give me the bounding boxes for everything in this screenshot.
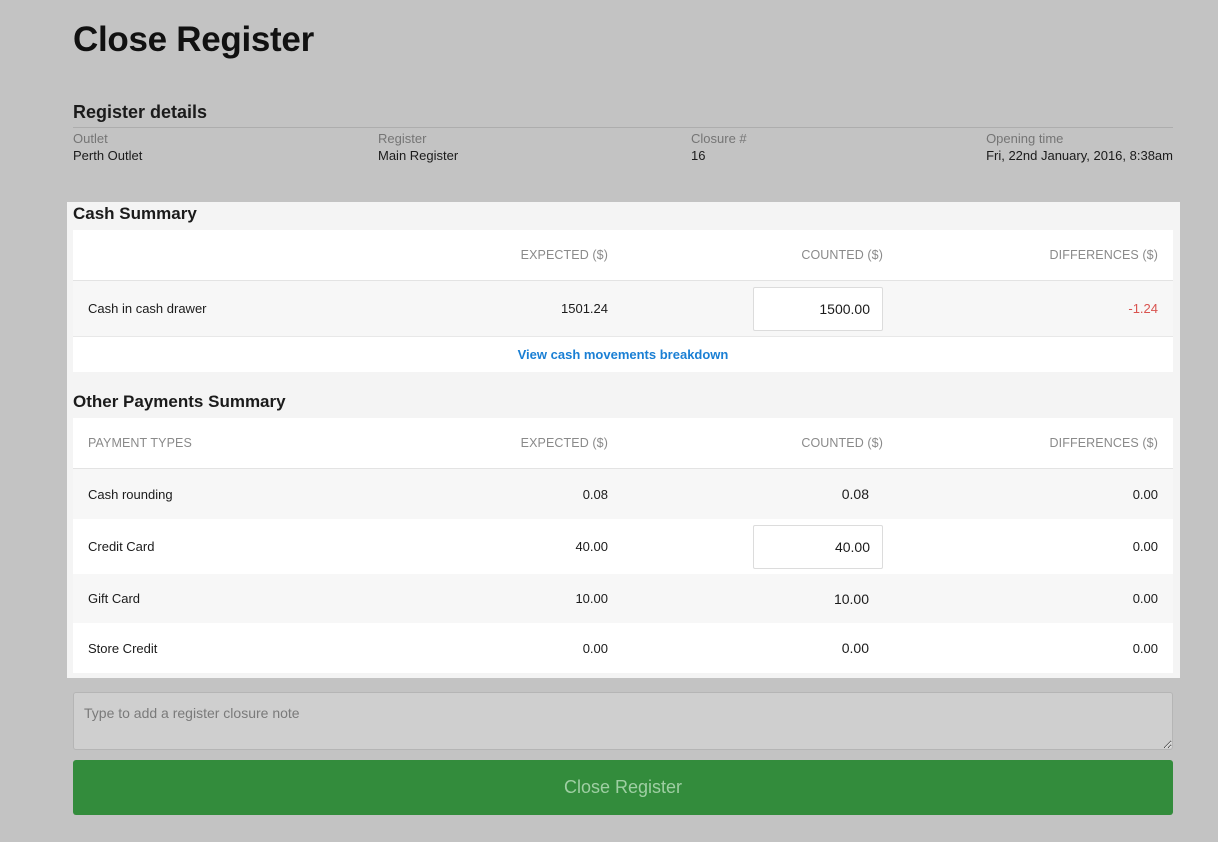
detail-value: Main Register xyxy=(378,148,459,163)
detail-value: Fri, 22nd January, 2016, 8:38am xyxy=(986,148,1173,163)
table-row: Cash rounding 0.08 0.08 0.00 xyxy=(73,469,1173,519)
table-row: Store Credit 0.00 0.00 0.00 xyxy=(73,623,1173,673)
header-differences: DIFFERENCES ($) xyxy=(1049,248,1158,262)
counted-cell xyxy=(753,519,883,574)
counted-text: 0.00 xyxy=(841,640,869,656)
detail-label: Closure # xyxy=(691,131,747,146)
header-payment-types: PAYMENT TYPES xyxy=(88,436,192,450)
counted-text: 10.00 xyxy=(833,590,869,607)
cash-summary-header: EXPECTED ($) COUNTED ($) DIFFERENCES ($) xyxy=(73,230,1173,281)
other-payments-title: Other Payments Summary xyxy=(73,392,286,411)
payment-name: Cash in cash drawer xyxy=(88,301,207,316)
header-expected: EXPECTED ($) xyxy=(520,248,608,262)
cash-counted-input[interactable] xyxy=(753,286,883,331)
closure-note-wrapper xyxy=(73,692,1173,750)
expected-value: 10.00 xyxy=(575,591,608,606)
detail-label: Opening time xyxy=(986,131,1064,146)
expected-value: 40.00 xyxy=(575,539,608,554)
breakdown-link-row: View cash movements breakdown xyxy=(73,336,1173,372)
register-details: Register details Outlet Perth Outlet Reg… xyxy=(73,100,1173,170)
difference-value: 0.00 xyxy=(1132,486,1158,502)
difference-value: 0.00 xyxy=(1132,539,1158,554)
detail-label: Outlet xyxy=(73,131,108,146)
other-payments-table: PAYMENT TYPES EXPECTED ($) COUNTED ($) D… xyxy=(73,418,1173,673)
detail-label: Register xyxy=(378,131,427,146)
header-counted: COUNTED ($) xyxy=(801,248,883,262)
table-row: Gift Card 10.00 10.00 0.00 xyxy=(73,574,1173,623)
counted-cell xyxy=(753,281,883,336)
counted-text: 0.08 xyxy=(841,486,869,502)
table-row: Credit Card 40.00 0.00 xyxy=(73,519,1173,574)
detail-opening-time: Opening time Fri, 22nd January, 2016, 8:… xyxy=(986,130,1173,164)
page-title: Close Register xyxy=(73,20,314,59)
payment-name: Credit Card xyxy=(88,539,155,554)
detail-value: 16 xyxy=(691,148,706,163)
summary-panel: Cash Summary EXPECTED ($) COUNTED ($) DI… xyxy=(67,202,1180,678)
closure-note-input[interactable] xyxy=(73,692,1173,750)
difference-value: -1.24 xyxy=(1128,301,1158,316)
expected-value: 0.00 xyxy=(582,640,608,656)
difference-value: 0.00 xyxy=(1132,591,1158,606)
detail-outlet: Outlet Perth Outlet xyxy=(73,130,142,164)
credit-card-counted-input[interactable] xyxy=(753,524,883,569)
register-details-title: Register details xyxy=(73,100,1173,128)
header-expected: EXPECTED ($) xyxy=(520,436,608,450)
difference-value: 0.00 xyxy=(1132,640,1158,656)
detail-closure-number: Closure # 16 xyxy=(691,130,747,164)
detail-value: Perth Outlet xyxy=(73,148,143,163)
detail-register: Register Main Register xyxy=(378,130,458,164)
counted-value: 0.08 xyxy=(842,469,869,519)
cash-summary-table: EXPECTED ($) COUNTED ($) DIFFERENCES ($)… xyxy=(73,230,1173,372)
close-register-button[interactable]: Close Register xyxy=(73,760,1173,815)
payment-name: Store Credit xyxy=(88,640,158,656)
register-details-row: Outlet Perth Outlet Register Main Regist… xyxy=(73,130,1173,170)
close-register-page: Close Register Register details Outlet P… xyxy=(0,0,1218,842)
cash-summary-title: Cash Summary xyxy=(73,204,197,223)
expected-value: 1501.24 xyxy=(561,301,608,316)
payment-name: Gift Card xyxy=(88,591,141,606)
header-counted: COUNTED ($) xyxy=(801,436,883,450)
view-cash-movements-link[interactable]: View cash movements breakdown xyxy=(518,347,729,362)
payment-name: Cash rounding xyxy=(88,486,173,502)
header-differences: DIFFERENCES ($) xyxy=(1049,436,1158,450)
expected-value: 0.08 xyxy=(582,486,608,502)
counted-value: 10.00 xyxy=(834,574,869,623)
counted-value: 0.00 xyxy=(842,623,869,673)
table-row: Cash in cash drawer 1501.24 -1.24 xyxy=(73,281,1173,336)
other-payments-header: PAYMENT TYPES EXPECTED ($) COUNTED ($) D… xyxy=(73,418,1173,469)
